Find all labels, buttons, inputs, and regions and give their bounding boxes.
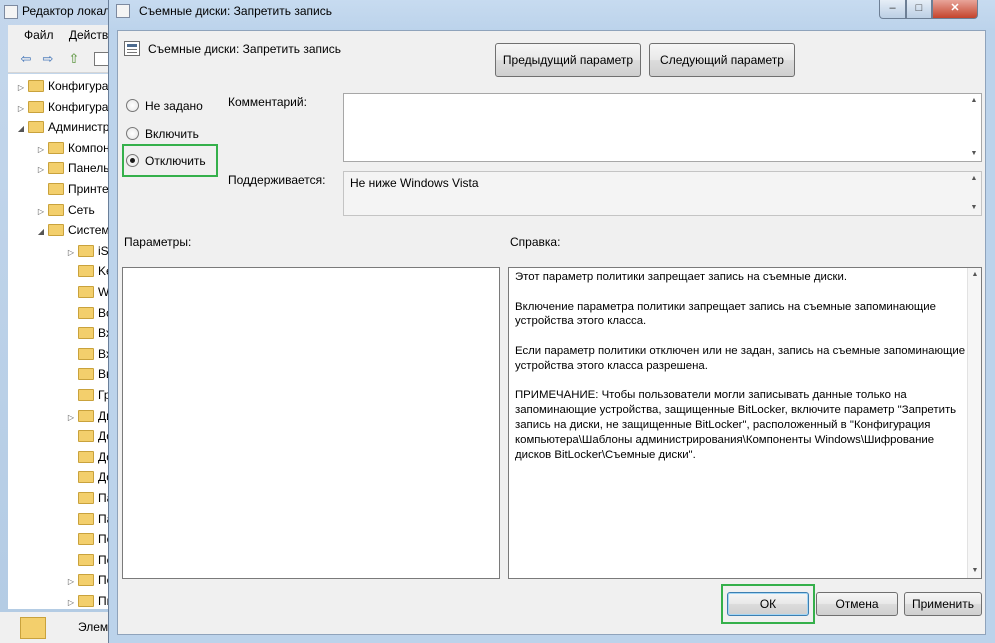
folder-icon [48,203,64,216]
dialog-titlebar[interactable]: Съемные диски: Запретить запись – □ ✕ [109,0,995,22]
collapsed-arrow-icon[interactable]: ▷ [36,202,46,222]
scroll-down-icon[interactable]: ▼ [967,201,981,215]
collapsed-arrow-icon[interactable]: ▷ [16,99,26,119]
comment-textarea[interactable]: ▲ ▼ [343,93,982,162]
help-scrollbar[interactable]: ▲ ▼ [967,268,981,578]
folder-icon [78,595,94,607]
collapsed-arrow-icon[interactable]: ▷ [66,408,76,428]
cancel-button[interactable]: Отмена [816,592,898,616]
scroll-up-icon[interactable]: ▲ [967,94,981,108]
options-label: Параметры: [124,235,192,249]
folder-icon [78,533,94,546]
expanded-arrow-icon[interactable]: ◢ [36,222,46,242]
back-arrow-icon[interactable]: ⇦ [18,52,34,66]
folder-icon [20,617,46,639]
apply-button[interactable]: Применить [904,592,982,616]
collapsed-arrow-icon[interactable]: ▷ [66,593,76,609]
folder-icon [78,368,94,381]
maximize-button[interactable]: □ [906,0,932,19]
policy-name: Съемные диски: Запретить запись [148,42,341,56]
folder-icon [78,347,94,360]
dialog-title: Съемные диски: Запретить запись [139,4,332,18]
tree-item-label: Сеть [68,202,95,217]
help-label: Справка: [510,235,561,249]
radio-disable[interactable]: Отключить [126,152,206,170]
folder-icon [78,450,94,463]
radio-not-configured[interactable]: Не задано [126,97,203,115]
folder-icon [28,121,44,134]
policy-setting-icon [124,41,140,56]
folder-icon [78,553,94,566]
editor-menubar: Файл Действие [8,25,120,45]
folder-icon [78,471,94,484]
folder-icon [78,265,94,278]
folder-icon [48,141,64,154]
comment-label: Комментарий: [228,95,307,109]
dialog-client-area: Съемные диски: Запретить запись Предыдущ… [117,30,986,635]
folder-icon [48,162,64,175]
folder-icon [48,183,64,195]
folder-icon [78,492,94,504]
tree-item[interactable]: ▷ Сеть [36,200,95,220]
radio-button-icon [126,127,139,140]
help-panel: Этот параметр политики запрещает запись … [508,267,982,579]
radio-enable-label: Включить [145,127,199,141]
next-setting-button[interactable]: Следующий параметр [649,43,795,77]
supported-on-field: Не ниже Windows Vista ▲ ▼ [343,171,982,216]
radio-button-selected-icon [126,154,139,167]
folder-icon [48,224,64,237]
collapsed-arrow-icon[interactable]: ▷ [66,572,76,592]
tree-item[interactable]: ◢ Система [36,220,116,240]
editor-titlebar: Редактор локальной групповой политики [0,0,120,24]
editor-status-area: Элементы [0,612,136,643]
radio-button-icon [126,99,139,112]
scroll-down-icon[interactable]: ▼ [968,564,982,578]
radio-not-configured-label: Не задано [145,99,203,113]
folder-icon [78,512,94,525]
collapsed-arrow-icon[interactable]: ▷ [16,78,26,98]
editor-title: Редактор локальной групповой политики [22,4,120,18]
scroll-up-icon[interactable]: ▲ [968,268,982,282]
folder-icon [28,100,44,113]
ok-button[interactable]: ОК [727,592,809,616]
folder-icon [78,244,94,257]
tree-item[interactable]: ◢Административные шаблоны [16,117,120,137]
supported-label: Поддерживается: [228,173,326,187]
help-text: Этот параметр политики запрещает запись … [515,271,966,461]
editor-toolbar: ⇦ ⇨ ⇧ [8,45,120,73]
folder-icon [78,286,94,298]
folder-icon [78,409,94,422]
scroll-down-icon[interactable]: ▼ [967,147,981,161]
previous-setting-button[interactable]: Предыдущий параметр [495,43,641,77]
policy-tree: ▷Конфигурация компьютера▷Конфигурация по… [8,74,120,609]
editor-app-icon [4,5,18,19]
folder-icon [78,306,94,319]
minimize-button[interactable]: – [879,0,906,19]
close-button[interactable]: ✕ [932,0,978,19]
scroll-up-icon[interactable]: ▲ [967,172,981,186]
folder-icon [78,327,94,340]
comment-scrollbar[interactable]: ▲ ▼ [967,94,981,161]
forward-arrow-icon[interactable]: ⇨ [40,52,56,66]
radio-enable[interactable]: Включить [126,125,199,143]
folder-icon [78,430,94,443]
collapsed-arrow-icon[interactable]: ▷ [36,160,46,180]
supported-scrollbar[interactable]: ▲ ▼ [967,172,981,215]
policy-setting-dialog: Съемные диски: Запретить запись – □ ✕ Съ… [108,0,995,643]
collapsed-arrow-icon[interactable]: ▷ [36,140,46,160]
options-panel [122,267,500,579]
expanded-arrow-icon[interactable]: ◢ [16,119,26,139]
folder-icon [78,574,94,587]
tree-item[interactable]: ▷Конфигурация пользователя [16,97,120,117]
tree-item[interactable]: ▷Конфигурация компьютера [16,76,120,96]
folder-icon [78,389,94,401]
supported-value: Не ниже Windows Vista [350,176,479,190]
folder-icon [28,80,44,92]
menu-file[interactable]: Файл [24,28,54,42]
collapsed-arrow-icon[interactable]: ▷ [66,243,76,263]
dialog-app-icon [116,4,130,18]
radio-disable-label: Отключить [145,154,206,168]
up-folder-icon[interactable]: ⇧ [66,52,82,66]
